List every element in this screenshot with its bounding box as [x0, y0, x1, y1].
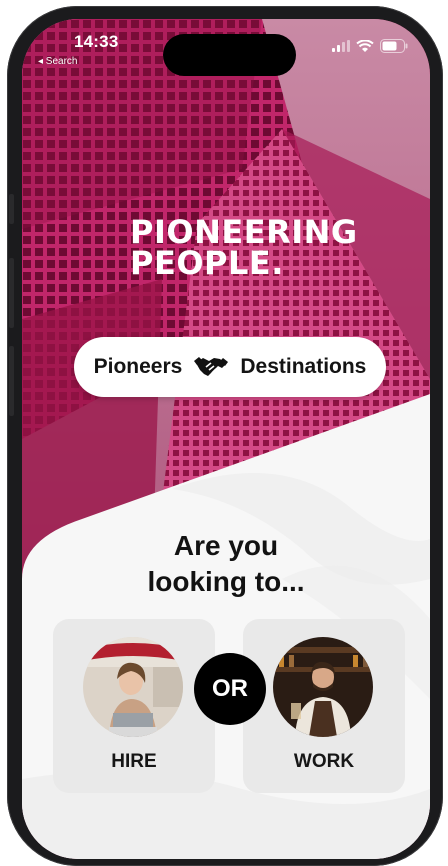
- side-button: [9, 194, 14, 224]
- question-line-2: looking to...: [147, 566, 305, 597]
- work-label: WORK: [293, 751, 355, 772]
- question-line-1: Are you: [173, 530, 279, 561]
- hire-label: HIRE: [111, 751, 157, 772]
- or-separator: OR: [194, 653, 266, 725]
- side-button: [9, 346, 14, 416]
- app-screen: 14:33 ◂ Search PIONEERING PEOPLE. Pionee…: [22, 19, 430, 859]
- hire-photo: [83, 637, 183, 737]
- work-photo: [273, 637, 373, 737]
- work-option-card[interactable]: WORK: [243, 619, 405, 793]
- hire-option-card[interactable]: HIRE: [53, 619, 215, 793]
- side-button: [9, 258, 14, 328]
